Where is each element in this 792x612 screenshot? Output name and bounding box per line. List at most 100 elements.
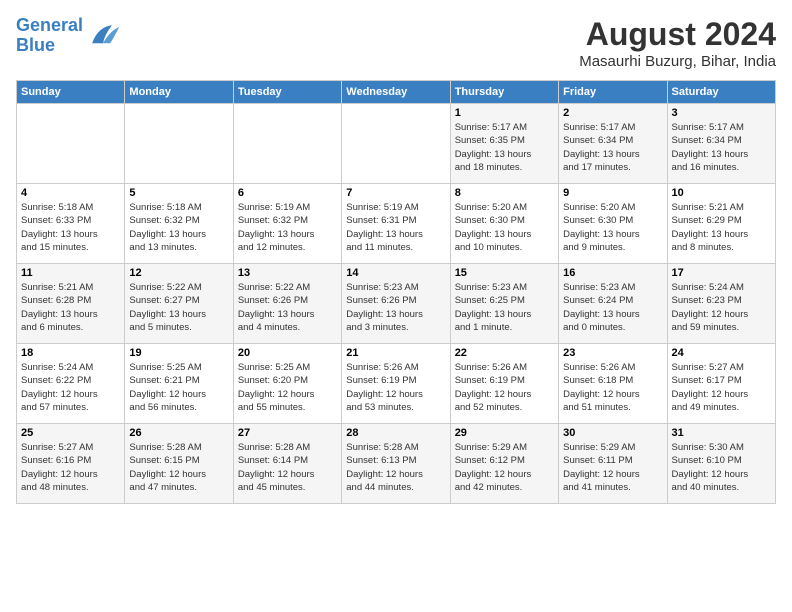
day-cell: 10 Sunrise: 5:21 AM Sunset: 6:29 PM Dayli… [667, 184, 775, 264]
day-cell: 31 Sunrise: 5:30 AM Sunset: 6:10 PM Dayli… [667, 424, 775, 504]
day-cell: 29Sunrise: 5:29 AM Sunset: 6:12 PM Dayli… [450, 424, 558, 504]
day-number: 12 [129, 267, 228, 279]
day-cell: 12 Sunrise: 5:22 AM Sunset: 6:27 PM Dayli… [125, 264, 233, 344]
day-cell: 16Sunrise: 5:23 AM Sunset: 6:24 PM Dayli… [559, 264, 667, 344]
header-tuesday: Tuesday [233, 81, 341, 104]
day-number: 22 [455, 347, 554, 359]
header-thursday: Thursday [450, 81, 558, 104]
day-number: 10 [672, 187, 771, 199]
day-cell: 26 Sunrise: 5:28 AM Sunset: 6:15 PM Dayli… [125, 424, 233, 504]
day-number: 23 [563, 347, 662, 359]
day-number: 24 [672, 347, 771, 359]
week-row-5: 25 Sunrise: 5:27 AM Sunset: 6:16 PM Dayli… [17, 424, 776, 504]
day-number: 13 [238, 267, 337, 279]
logo: General Blue [16, 16, 121, 56]
day-info: Sunrise: 5:17 AM Sunset: 6:34 PM Dayligh… [672, 121, 771, 174]
day-number: 18 [21, 347, 120, 359]
day-info: Sunrise: 5:18 AM Sunset: 6:33 PM Dayligh… [21, 201, 120, 254]
day-info: Sunrise: 5:17 AM Sunset: 6:34 PM Dayligh… [563, 121, 662, 174]
day-info: Sunrise: 5:22 AM Sunset: 6:27 PM Dayligh… [129, 281, 228, 334]
day-cell: 1Sunrise: 5:17 AM Sunset: 6:35 PM Daylig… [450, 104, 558, 184]
day-info: Sunrise: 5:27 AM Sunset: 6:16 PM Dayligh… [21, 441, 120, 494]
day-cell: 24 Sunrise: 5:27 AM Sunset: 6:17 PM Dayli… [667, 344, 775, 424]
day-cell: 19 Sunrise: 5:25 AM Sunset: 6:21 PM Dayli… [125, 344, 233, 424]
day-info: Sunrise: 5:21 AM Sunset: 6:28 PM Dayligh… [21, 281, 120, 334]
day-info: Sunrise: 5:28 AM Sunset: 6:15 PM Dayligh… [129, 441, 228, 494]
day-info: Sunrise: 5:28 AM Sunset: 6:14 PM Dayligh… [238, 441, 337, 494]
day-cell: 20 Sunrise: 5:25 AM Sunset: 6:20 PM Dayli… [233, 344, 341, 424]
week-row-2: 4 Sunrise: 5:18 AM Sunset: 6:33 PM Daylig… [17, 184, 776, 264]
day-cell: 8Sunrise: 5:20 AM Sunset: 6:30 PM Daylig… [450, 184, 558, 264]
day-number: 2 [563, 107, 662, 119]
header-saturday: Saturday [667, 81, 775, 104]
day-info: Sunrise: 5:18 AM Sunset: 6:32 PM Dayligh… [129, 201, 228, 254]
day-info: Sunrise: 5:30 AM Sunset: 6:10 PM Dayligh… [672, 441, 771, 494]
day-cell: 21 Sunrise: 5:26 AM Sunset: 6:19 PM Dayli… [342, 344, 450, 424]
day-number: 28 [346, 427, 445, 439]
day-number: 21 [346, 347, 445, 359]
day-number: 29 [455, 427, 554, 439]
header-sunday: Sunday [17, 81, 125, 104]
day-number: 25 [21, 427, 120, 439]
day-number: 1 [455, 107, 554, 119]
day-number: 9 [563, 187, 662, 199]
day-info: Sunrise: 5:25 AM Sunset: 6:21 PM Dayligh… [129, 361, 228, 414]
day-cell: 27 Sunrise: 5:28 AM Sunset: 6:14 PM Dayli… [233, 424, 341, 504]
day-cell: 15Sunrise: 5:23 AM Sunset: 6:25 PM Dayli… [450, 264, 558, 344]
day-cell: 18Sunrise: 5:24 AM Sunset: 6:22 PM Dayli… [17, 344, 125, 424]
day-info: Sunrise: 5:23 AM Sunset: 6:24 PM Dayligh… [563, 281, 662, 334]
day-cell: 2 Sunrise: 5:17 AM Sunset: 6:34 PM Daylig… [559, 104, 667, 184]
day-info: Sunrise: 5:25 AM Sunset: 6:20 PM Dayligh… [238, 361, 337, 414]
day-info: Sunrise: 5:27 AM Sunset: 6:17 PM Dayligh… [672, 361, 771, 414]
logo-bird-icon [85, 18, 121, 54]
day-cell: 4 Sunrise: 5:18 AM Sunset: 6:33 PM Daylig… [17, 184, 125, 264]
day-info: Sunrise: 5:19 AM Sunset: 6:31 PM Dayligh… [346, 201, 445, 254]
day-number: 17 [672, 267, 771, 279]
day-cell: 22Sunrise: 5:26 AM Sunset: 6:19 PM Dayli… [450, 344, 558, 424]
logo-line1: General [16, 15, 83, 35]
day-number: 30 [563, 427, 662, 439]
day-cell [342, 104, 450, 184]
day-number: 26 [129, 427, 228, 439]
day-info: Sunrise: 5:29 AM Sunset: 6:11 PM Dayligh… [563, 441, 662, 494]
header-row: Sunday Monday Tuesday Wednesday Thursday… [17, 81, 776, 104]
day-cell [17, 104, 125, 184]
day-info: Sunrise: 5:23 AM Sunset: 6:25 PM Dayligh… [455, 281, 554, 334]
day-info: Sunrise: 5:20 AM Sunset: 6:30 PM Dayligh… [563, 201, 662, 254]
day-info: Sunrise: 5:21 AM Sunset: 6:29 PM Dayligh… [672, 201, 771, 254]
day-number: 19 [129, 347, 228, 359]
day-cell: 14Sunrise: 5:23 AM Sunset: 6:26 PM Dayli… [342, 264, 450, 344]
page-header: General Blue August 2024 Masaurhi Buzurg… [16, 16, 776, 70]
day-cell [233, 104, 341, 184]
day-number: 31 [672, 427, 771, 439]
day-cell: 17Sunrise: 5:24 AM Sunset: 6:23 PM Dayli… [667, 264, 775, 344]
day-number: 5 [129, 187, 228, 199]
day-number: 8 [455, 187, 554, 199]
day-cell: 13 Sunrise: 5:22 AM Sunset: 6:26 PM Dayli… [233, 264, 341, 344]
day-cell: 30 Sunrise: 5:29 AM Sunset: 6:11 PM Dayli… [559, 424, 667, 504]
day-number: 4 [21, 187, 120, 199]
day-info: Sunrise: 5:26 AM Sunset: 6:19 PM Dayligh… [346, 361, 445, 414]
day-cell: 7 Sunrise: 5:19 AM Sunset: 6:31 PM Daylig… [342, 184, 450, 264]
day-cell: 6Sunrise: 5:19 AM Sunset: 6:32 PM Daylig… [233, 184, 341, 264]
day-number: 3 [672, 107, 771, 119]
day-number: 20 [238, 347, 337, 359]
day-cell: 11 Sunrise: 5:21 AM Sunset: 6:28 PM Dayli… [17, 264, 125, 344]
day-cell: 9 Sunrise: 5:20 AM Sunset: 6:30 PM Daylig… [559, 184, 667, 264]
day-number: 27 [238, 427, 337, 439]
day-cell: 3 Sunrise: 5:17 AM Sunset: 6:34 PM Daylig… [667, 104, 775, 184]
day-info: Sunrise: 5:22 AM Sunset: 6:26 PM Dayligh… [238, 281, 337, 334]
day-number: 11 [21, 267, 120, 279]
header-friday: Friday [559, 81, 667, 104]
week-row-3: 11 Sunrise: 5:21 AM Sunset: 6:28 PM Dayli… [17, 264, 776, 344]
day-number: 14 [346, 267, 445, 279]
day-cell: 5 Sunrise: 5:18 AM Sunset: 6:32 PM Daylig… [125, 184, 233, 264]
header-wednesday: Wednesday [342, 81, 450, 104]
calendar-table: Sunday Monday Tuesday Wednesday Thursday… [16, 80, 776, 504]
day-cell: 23Sunrise: 5:26 AM Sunset: 6:18 PM Dayli… [559, 344, 667, 424]
week-row-4: 18Sunrise: 5:24 AM Sunset: 6:22 PM Dayli… [17, 344, 776, 424]
day-cell: 28Sunrise: 5:28 AM Sunset: 6:13 PM Dayli… [342, 424, 450, 504]
day-number: 6 [238, 187, 337, 199]
day-number: 7 [346, 187, 445, 199]
logo-line2: Blue [16, 35, 55, 55]
